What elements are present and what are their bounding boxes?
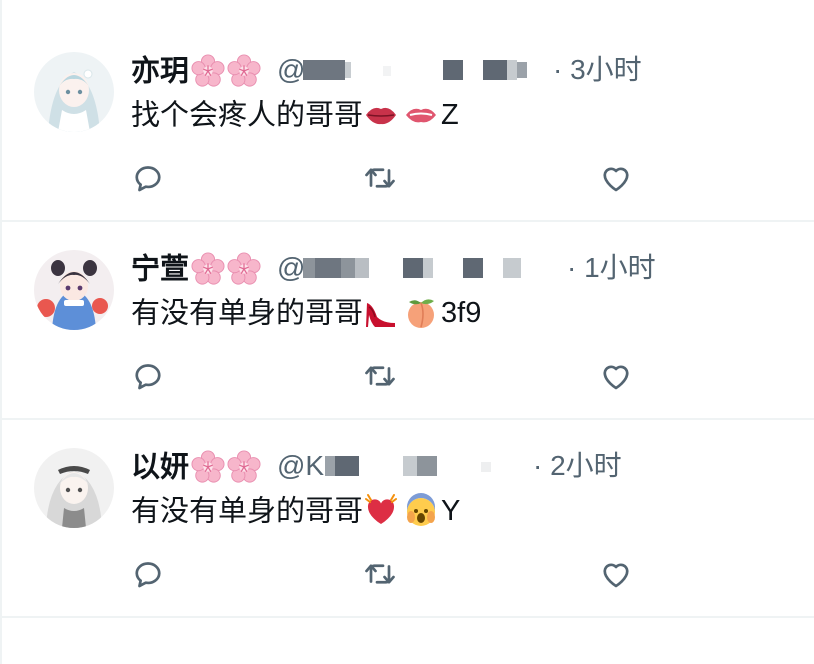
cherry-blossom-icon bbox=[227, 54, 261, 88]
display-name[interactable]: 亦玥 bbox=[131, 52, 261, 89]
tweet-text: 有没有单身的哥哥 Y bbox=[131, 493, 461, 528]
timestamp[interactable]: · 3小时 bbox=[553, 52, 642, 88]
cherry-blossom-icon bbox=[191, 252, 225, 286]
lips-icon bbox=[366, 108, 397, 125]
like-button[interactable] bbox=[598, 556, 634, 592]
high-heel-icon bbox=[366, 303, 396, 328]
avatar[interactable] bbox=[34, 448, 114, 528]
peach-icon bbox=[408, 299, 435, 329]
tweet[interactable]: 以妍 @K · 2小时 有没有单身的哥哥 Y bbox=[0, 396, 814, 594]
user-handle[interactable]: @ bbox=[277, 250, 305, 286]
reply-icon bbox=[130, 358, 166, 394]
like-button[interactable] bbox=[598, 160, 634, 196]
like-icon bbox=[598, 358, 634, 394]
like-icon bbox=[598, 556, 634, 592]
reply-icon bbox=[130, 556, 166, 592]
reply-icon bbox=[130, 160, 166, 196]
tweet-header: 亦玥 @ · 3小时 bbox=[131, 48, 791, 88]
reply-button[interactable] bbox=[130, 160, 166, 196]
retweet-button[interactable] bbox=[362, 358, 398, 394]
user-handle[interactable]: @K bbox=[277, 448, 324, 484]
tweet-text: 找个会疼人的哥哥 Z bbox=[131, 99, 459, 132]
tweet-header: 宁萱 @ · 1小时 bbox=[131, 246, 791, 286]
reply-button[interactable] bbox=[130, 358, 166, 394]
retweet-icon bbox=[362, 160, 398, 196]
retweet-button[interactable] bbox=[362, 556, 398, 592]
tweet-header: 以妍 @K · 2小时 bbox=[131, 444, 791, 484]
tweet-text: 有没有单身的哥哥 3f9 bbox=[131, 297, 482, 330]
retweet-icon bbox=[362, 358, 398, 394]
redacted-handle bbox=[303, 60, 527, 80]
display-name[interactable]: 以妍 bbox=[131, 448, 261, 485]
avatar[interactable] bbox=[34, 52, 114, 132]
cherry-blossom-icon bbox=[227, 252, 261, 286]
screaming-face-icon bbox=[407, 493, 436, 527]
user-handle[interactable]: @ bbox=[277, 52, 305, 88]
like-button[interactable] bbox=[598, 358, 634, 394]
beating-heart-icon bbox=[365, 494, 398, 525]
like-icon bbox=[598, 160, 634, 196]
retweet-icon bbox=[362, 556, 398, 592]
timeline-feed: 亦玥 @ · 3小时 找个会疼人的哥哥 Z 宁萱 @ · 1小时 有没有单身的哥… bbox=[0, 0, 814, 664]
tweet[interactable]: 亦玥 @ · 3小时 找个会疼人的哥哥 Z bbox=[0, 0, 814, 198]
timestamp[interactable]: · 1小时 bbox=[567, 250, 656, 286]
tweet[interactable]: 宁萱 @ · 1小时 有没有单身的哥哥 3f9 bbox=[0, 198, 814, 396]
cherry-blossom-icon bbox=[191, 54, 225, 88]
cherry-blossom-icon bbox=[227, 450, 261, 484]
kiss-lips-icon bbox=[406, 109, 437, 123]
tweet-divider bbox=[0, 616, 814, 618]
avatar[interactable] bbox=[34, 250, 114, 330]
display-name[interactable]: 宁萱 bbox=[131, 250, 261, 287]
redacted-handle bbox=[325, 456, 491, 476]
reply-button[interactable] bbox=[130, 556, 166, 592]
retweet-button[interactable] bbox=[362, 160, 398, 196]
timestamp[interactable]: · 2小时 bbox=[533, 448, 622, 484]
cherry-blossom-icon bbox=[191, 450, 225, 484]
redacted-handle bbox=[303, 258, 521, 278]
